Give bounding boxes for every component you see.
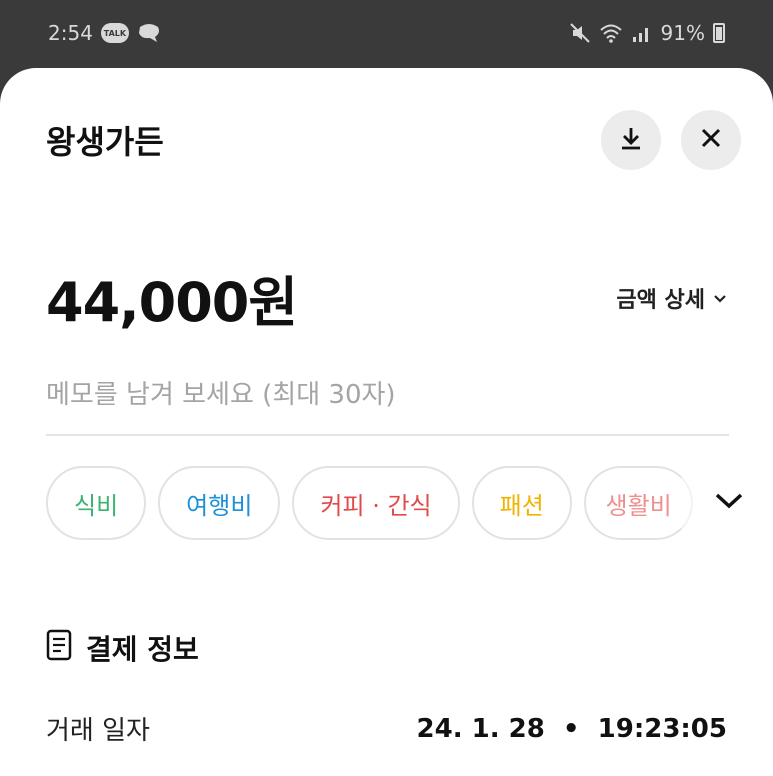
- download-icon: [617, 124, 645, 156]
- receipt-icon: [46, 629, 72, 668]
- chip-label: 여행비: [186, 491, 253, 520]
- chat-bubble-icon: [137, 23, 161, 43]
- chevron-down-icon: [713, 285, 727, 310]
- talk-notification-icon: TALK: [100, 23, 129, 43]
- status-time: 2:54: [48, 21, 93, 45]
- bottom-sheet: 왕생가든 44,000원 금액 상세 식비: [0, 68, 773, 776]
- chip-label: 생활비: [605, 491, 672, 520]
- download-button[interactable]: [601, 110, 661, 170]
- status-left: 2:54 TALK: [48, 21, 161, 45]
- chevron-down-icon: [714, 491, 744, 515]
- memo-input[interactable]: [46, 370, 729, 436]
- status-right: 91%: [569, 21, 725, 45]
- category-chip-living[interactable]: 생활비: [583, 466, 694, 540]
- transaction-date-label: 거래 일자: [46, 716, 150, 746]
- battery-icon: [713, 23, 725, 43]
- amount-detail-label: 금액 상세: [616, 287, 705, 313]
- amount-value: 44,000원: [46, 271, 298, 334]
- transaction-date-row: 거래 일자 24. 1. 28 • 19:23:05: [46, 710, 727, 747]
- category-chip-coffee-snack[interactable]: 커피 · 간식: [292, 466, 460, 540]
- category-chip-food[interactable]: 식비: [46, 466, 147, 540]
- section-title-label: 결제 정보: [86, 633, 199, 666]
- transaction-date-value: 24. 1. 28 • 19:23:05: [416, 713, 727, 744]
- chip-label: 커피 · 간식: [320, 491, 432, 520]
- category-chip-fashion[interactable]: 패션: [471, 466, 572, 540]
- sheet-header: 왕생가든: [46, 108, 741, 172]
- status-bar: 2:54 TALK 91%: [0, 0, 773, 72]
- category-chips: 식비 여행비 커피 · 간식 패션 생활비: [46, 466, 746, 540]
- expand-categories-button[interactable]: [711, 483, 746, 523]
- battery-percent: 91%: [660, 21, 705, 45]
- close-icon: [699, 126, 723, 154]
- chip-label: 패션: [499, 491, 544, 520]
- payment-info-title: 결제 정보: [46, 628, 199, 668]
- wifi-icon: [599, 23, 623, 43]
- close-button[interactable]: [681, 110, 741, 170]
- mute-icon: [569, 22, 591, 44]
- amount-detail-toggle[interactable]: 금액 상세: [616, 282, 727, 314]
- signal-icon: [631, 23, 653, 43]
- chip-label: 식비: [74, 491, 119, 520]
- category-chip-travel[interactable]: 여행비: [158, 466, 281, 540]
- header-actions: [601, 110, 741, 170]
- merchant-title: 왕생가든: [46, 123, 164, 161]
- amount-row: 44,000원 금액 상세: [46, 258, 727, 337]
